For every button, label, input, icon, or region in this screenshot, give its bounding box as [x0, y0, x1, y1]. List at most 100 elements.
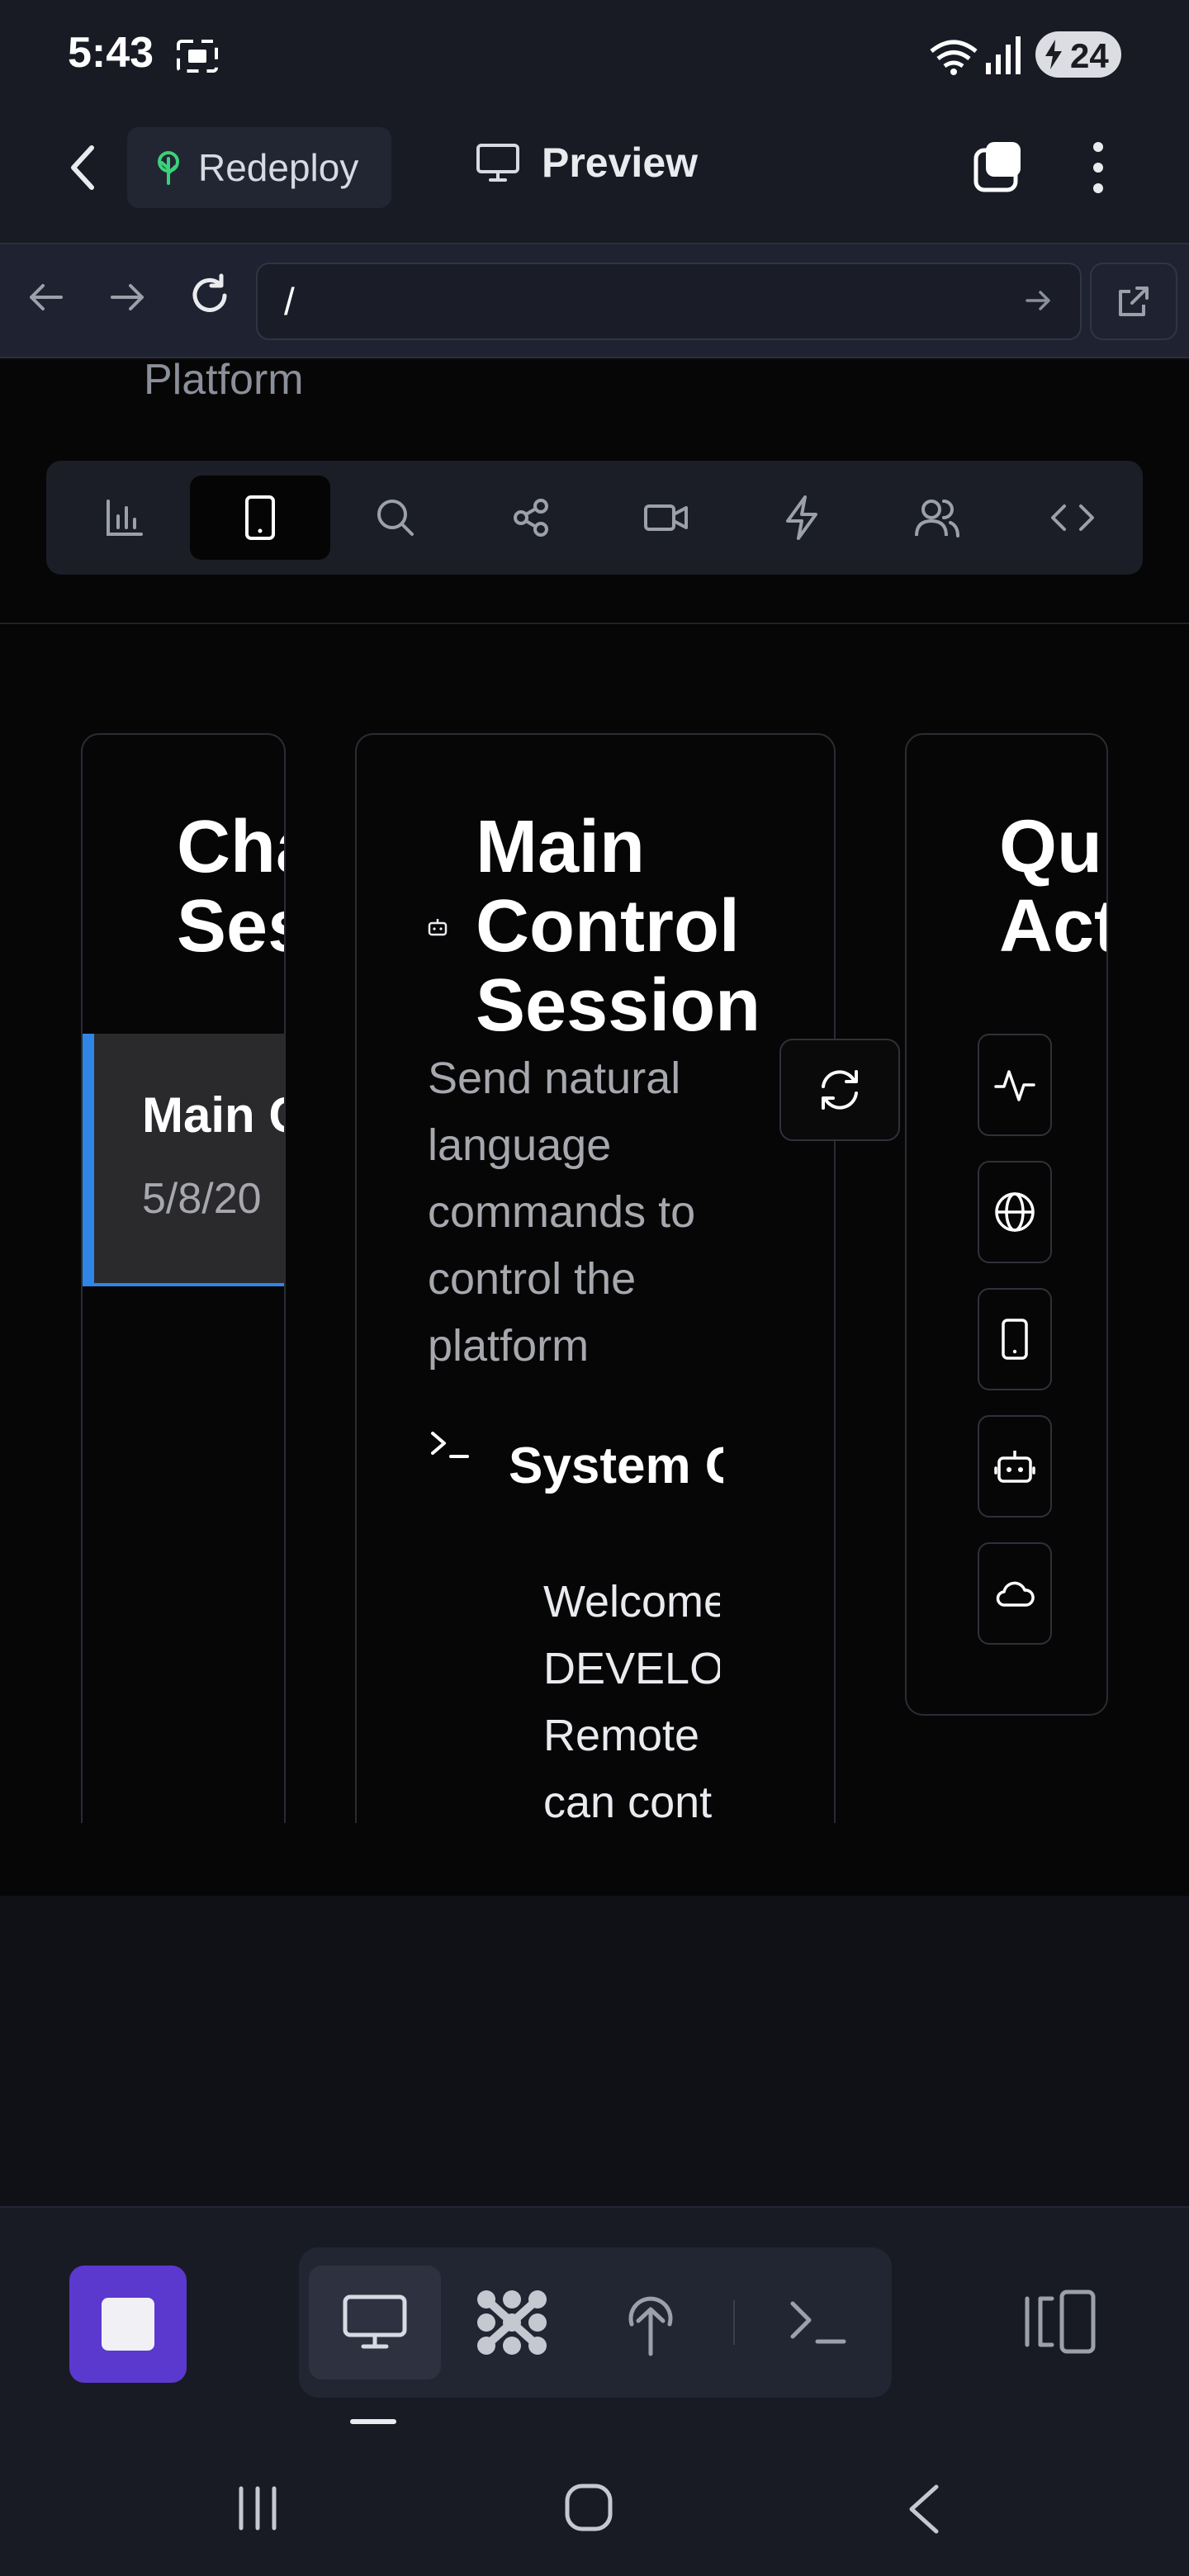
system-welcome-message: Welcome DEVELOP Remote can cont — [543, 1569, 720, 1823]
globe-icon — [995, 1192, 1035, 1232]
quick-action-device[interactable] — [978, 1288, 1052, 1390]
main-session-title-line1: Main — [476, 806, 646, 888]
chat-sessions-title: Chat Sessi — [177, 806, 284, 968]
go-button[interactable] — [1022, 284, 1055, 317]
analytics-tab[interactable] — [54, 476, 195, 560]
cloud-icon — [996, 1581, 1035, 1607]
quick-actions-title: Qui Act — [999, 806, 1108, 968]
refresh-icon — [192, 273, 227, 312]
zap-icon — [786, 495, 817, 540]
bar-chart-icon — [107, 500, 143, 536]
search-icon — [377, 500, 414, 536]
chevron-left-icon — [71, 145, 94, 190]
quick-actions-title-line1: Qui — [999, 806, 1106, 888]
mode-deploy[interactable] — [585, 2266, 717, 2379]
charging-icon — [1042, 38, 1065, 71]
mode-terminal[interactable] — [751, 2266, 883, 2379]
chevron-left-icon — [909, 2484, 939, 2534]
chat-session-item[interactable]: Main C 5/8/20 — [83, 1034, 284, 1286]
mode-preview[interactable] — [309, 2266, 441, 2379]
quick-actions-panel: Qui Act — [905, 733, 1108, 1716]
screenshot-icon — [175, 36, 220, 76]
redeploy-label: Redeploy — [198, 146, 359, 189]
users-icon — [915, 500, 959, 537]
arrow-right-icon — [1026, 291, 1050, 310]
terminal-icon — [790, 2301, 846, 2344]
refresh-session-button[interactable] — [779, 1039, 900, 1141]
refresh-cw-icon — [822, 1070, 858, 1110]
external-link-icon — [1119, 286, 1149, 316]
apps-icon — [477, 2290, 547, 2355]
quick-action-bot[interactable] — [978, 1415, 1052, 1518]
chat-sessions-title-line2: Sessi — [177, 885, 284, 968]
actions-tab[interactable] — [732, 476, 872, 560]
more-options-button[interactable] — [1082, 140, 1115, 195]
sidebar-toggle-icon — [1025, 2290, 1096, 2354]
home-icon — [565, 2484, 613, 2531]
browser-back-button[interactable] — [25, 276, 68, 319]
panel-toggle-button[interactable] — [1022, 2287, 1098, 2356]
chat-session-name: Main C — [142, 1087, 284, 1143]
chat-sessions-title-line1: Chat — [177, 806, 284, 888]
description-line: Send natural — [428, 1054, 681, 1103]
system-back-button[interactable] — [905, 2484, 943, 2535]
stop-button[interactable] — [69, 2266, 187, 2383]
share-tab[interactable] — [461, 476, 601, 560]
redeploy-button[interactable]: Redeploy — [127, 127, 391, 208]
more-vertical-icon — [1093, 142, 1103, 193]
mode-apps[interactable] — [446, 2266, 578, 2379]
reload-button[interactable] — [187, 272, 233, 319]
bot-icon — [426, 916, 449, 938]
main-session-title: Main Control Session — [476, 807, 822, 1045]
windows-icon — [973, 142, 1021, 192]
battery-level: 24 — [1070, 36, 1109, 75]
search-tab[interactable] — [325, 476, 466, 560]
home-button[interactable] — [563, 2482, 614, 2533]
url-input[interactable]: / — [256, 263, 1082, 340]
quick-action-cloud[interactable] — [978, 1542, 1052, 1645]
main-session-title-line2: Control — [476, 885, 740, 968]
terminal-icon — [429, 1428, 471, 1465]
quick-action-web[interactable] — [978, 1161, 1052, 1263]
system-console-label: System C — [509, 1437, 723, 1494]
description-line: commands to — [428, 1187, 696, 1237]
tablet-icon — [1002, 1319, 1028, 1360]
browser-forward-button[interactable] — [106, 276, 149, 319]
monitor-icon — [476, 143, 520, 182]
signal-icon — [984, 35, 1022, 76]
description-line: platform — [428, 1321, 590, 1371]
page-title: Preview — [542, 140, 699, 186]
back-button[interactable] — [58, 139, 107, 197]
platform-label: Platform — [144, 356, 304, 404]
welcome-line: Welcome — [543, 1577, 720, 1627]
mobile-tab[interactable] — [190, 476, 330, 560]
window-switch-button[interactable] — [971, 139, 1026, 195]
active-mode-indicator — [350, 2419, 396, 2424]
recents-icon — [239, 2486, 277, 2531]
preview-title-group: Preview — [476, 139, 698, 187]
recents-button[interactable] — [234, 2485, 281, 2531]
welcome-line: DEVELOP — [543, 1644, 720, 1693]
welcome-line: can cont — [543, 1778, 713, 1823]
description-line: language — [428, 1120, 612, 1170]
mode-separator — [733, 2300, 735, 2345]
arrow-left-icon — [30, 284, 63, 310]
share-icon — [514, 499, 548, 537]
main-control-session-panel: Main Control Session Send natural langua… — [355, 733, 836, 1823]
code-tab[interactable] — [1002, 476, 1143, 560]
quick-action-activity[interactable] — [978, 1034, 1052, 1136]
users-tab[interactable] — [867, 476, 1007, 560]
video-tab[interactable] — [596, 476, 737, 560]
open-external-button[interactable] — [1090, 263, 1177, 340]
main-session-title-line3: Session — [476, 964, 761, 1047]
deploy-tree-icon — [154, 150, 183, 185]
monitor-icon — [343, 2294, 407, 2349]
quick-actions-title-line2: Act — [999, 885, 1108, 968]
section-divider — [0, 623, 1189, 624]
status-time: 5:43 — [68, 29, 154, 77]
bot-icon — [994, 1451, 1035, 1483]
chat-sessions-panel: Chat Sessi Main C 5/8/20 — [81, 733, 286, 1823]
mobile-icon — [245, 495, 275, 540]
activity-icon — [994, 1070, 1035, 1101]
welcome-line: Remote — [543, 1711, 700, 1760]
